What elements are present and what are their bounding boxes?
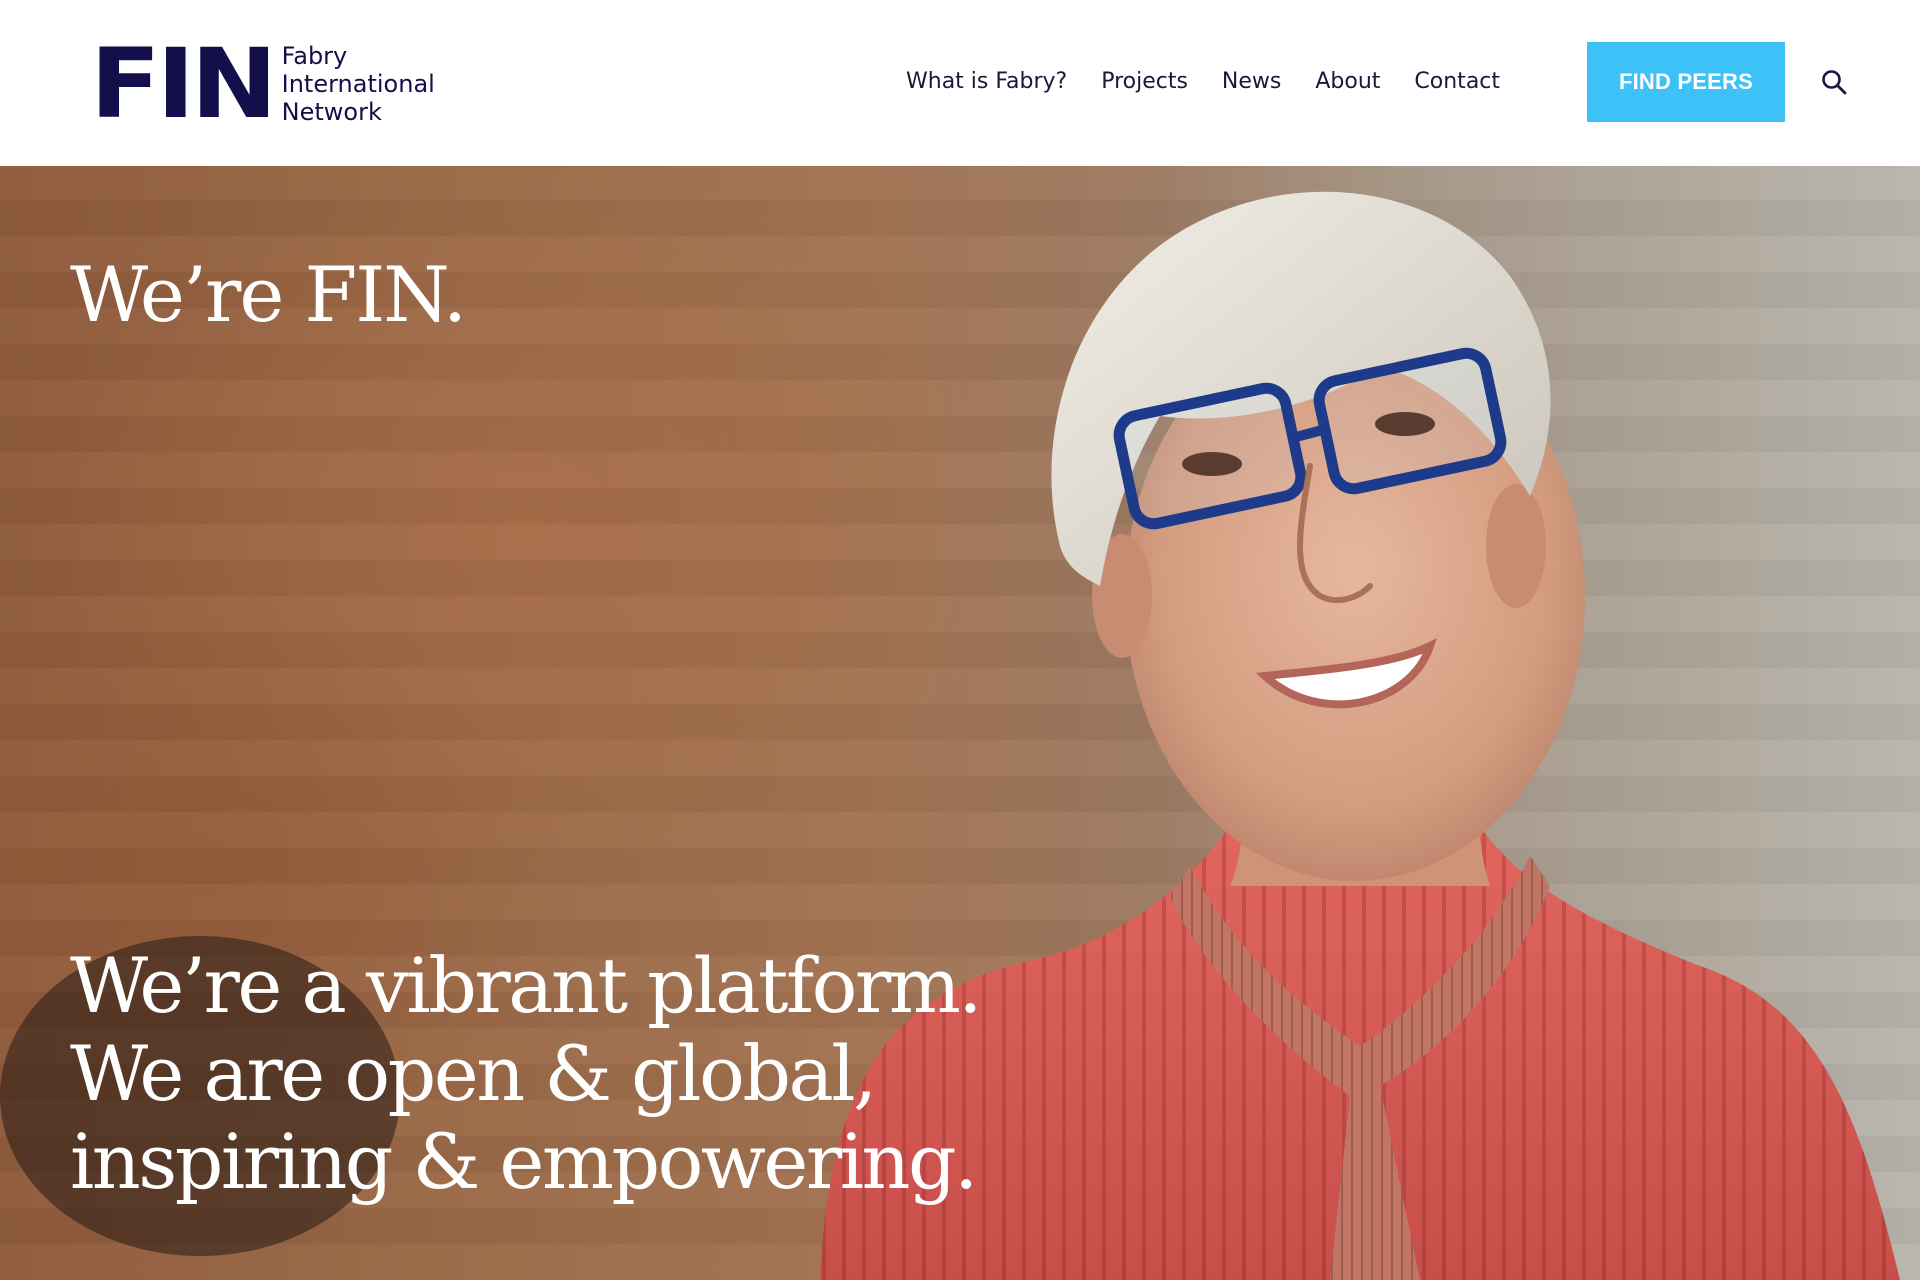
logo-line: Network xyxy=(281,98,382,126)
site-logo[interactable]: FIN Fabry International Network xyxy=(90,28,435,140)
hero-title: We’re FIN. xyxy=(70,250,467,339)
hero-banner: We’re FIN. We’re a vibrant platform. We … xyxy=(0,166,1920,1280)
logo-mark: FIN xyxy=(90,28,278,140)
site-header: FIN Fabry International Network What is … xyxy=(0,0,1920,166)
hero-tagline-line: inspiring & empowering. xyxy=(70,1117,978,1206)
logo-line: International xyxy=(281,70,435,98)
hero-tagline-line: We’re a vibrant platform. xyxy=(70,941,982,1030)
hero-tagline-line: We are open & global, xyxy=(70,1029,877,1118)
logo-line: Fabry xyxy=(281,42,348,70)
search-icon[interactable] xyxy=(1820,68,1848,96)
hero-tagline: We’re a vibrant platform. We are open & … xyxy=(70,941,982,1206)
find-peers-button[interactable]: FIND PEERS xyxy=(1587,42,1785,122)
nav-link-news[interactable]: News xyxy=(1222,62,1281,102)
nav-link-what-is-fabry[interactable]: What is Fabry? xyxy=(906,62,1067,102)
nav-link-about[interactable]: About xyxy=(1315,62,1380,102)
main-nav: What is Fabry? Projects News About Conta… xyxy=(906,62,1500,102)
logo-wordmark: Fabry International Network xyxy=(282,42,435,126)
nav-link-contact[interactable]: Contact xyxy=(1414,62,1500,102)
nav-link-projects[interactable]: Projects xyxy=(1101,62,1188,102)
